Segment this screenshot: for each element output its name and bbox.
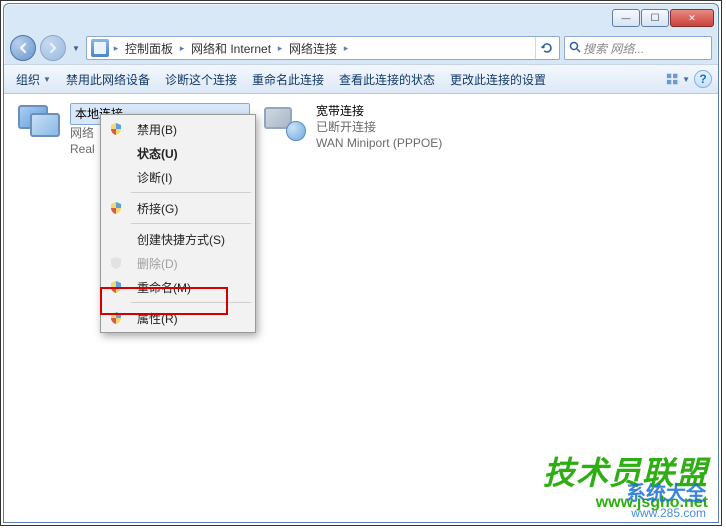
- watermark: 技术员联盟 www.jsgho.net 系统大全 www.285.com: [543, 448, 708, 512]
- navigation-row: ▼ ▸ 控制面板 ▸ 网络和 Internet ▸ 网络连接 ▸ 搜索 网络..…: [4, 32, 718, 64]
- menu-delete: 删除(D): [103, 251, 253, 275]
- location-icon: [91, 39, 109, 57]
- breadcrumb-network-internet[interactable]: 网络和 Internet: [187, 40, 275, 57]
- change-settings-button[interactable]: 更改此连接的设置: [444, 68, 555, 91]
- watermark-url-blue: www.285.com: [631, 506, 706, 520]
- connection-title: 宽带连接: [316, 103, 442, 119]
- connection-status: 已断开连接: [316, 119, 442, 135]
- diagnose-button[interactable]: 诊断这个连接: [159, 68, 246, 91]
- breadcrumb-network-connections[interactable]: 网络连接: [285, 40, 341, 57]
- rename-button[interactable]: 重命名此连接: [246, 68, 333, 91]
- history-dropdown[interactable]: ▼: [70, 44, 82, 53]
- back-button[interactable]: [10, 35, 36, 61]
- search-icon: [569, 41, 581, 56]
- broadband-icon: [262, 103, 308, 143]
- breadcrumb-control-panel[interactable]: 控制面板: [121, 40, 177, 57]
- breadcrumb-sep[interactable]: ▸: [177, 43, 187, 54]
- menu-separator: [131, 302, 251, 303]
- address-bar[interactable]: ▸ 控制面板 ▸ 网络和 Internet ▸ 网络连接 ▸: [86, 36, 560, 60]
- menu-rename[interactable]: 重命名(M): [103, 275, 253, 299]
- menu-create-shortcut[interactable]: 创建快捷方式(S): [103, 227, 253, 251]
- explorer-window: — ☐ ✕ ▼ ▸ 控制面板 ▸ 网络和 Internet ▸ 网络连接 ▸: [3, 3, 719, 523]
- breadcrumb-sep[interactable]: ▸: [275, 43, 285, 54]
- view-options-button[interactable]: ▼: [666, 68, 690, 90]
- search-placeholder: 搜索 网络...: [583, 40, 644, 57]
- toolbar: 组织▼ 禁用此网络设备 诊断这个连接 重命名此连接 查看此连接的状态 更改此连接…: [4, 64, 718, 94]
- menu-properties[interactable]: 属性(R): [103, 306, 253, 330]
- maximize-button[interactable]: ☐: [641, 9, 669, 27]
- help-button[interactable]: ?: [694, 70, 712, 88]
- watermark-text-blue: 系统大全: [626, 477, 706, 506]
- view-status-button[interactable]: 查看此连接的状态: [333, 68, 444, 91]
- search-box[interactable]: 搜索 网络...: [564, 36, 712, 60]
- menu-separator: [131, 192, 251, 193]
- menu-bridge[interactable]: 桥接(G): [103, 196, 253, 220]
- menu-status[interactable]: 状态(U): [103, 141, 253, 165]
- disable-device-button[interactable]: 禁用此网络设备: [60, 68, 159, 91]
- menu-disable[interactable]: 禁用(B): [103, 117, 253, 141]
- close-button[interactable]: ✕: [670, 9, 714, 27]
- network-adapter-icon: [16, 103, 62, 143]
- menu-diagnose[interactable]: 诊断(I): [103, 165, 253, 189]
- organize-menu[interactable]: 组织▼: [10, 68, 60, 91]
- connection-device: WAN Miniport (PPPOE): [316, 135, 442, 151]
- breadcrumb-sep[interactable]: ▸: [111, 43, 121, 54]
- minimize-button[interactable]: —: [612, 9, 640, 27]
- connection-broadband[interactable]: 宽带连接 已断开连接 WAN Miniport (PPPOE): [262, 103, 482, 514]
- refresh-button[interactable]: [535, 37, 557, 59]
- forward-button[interactable]: [40, 35, 66, 61]
- menu-separator: [131, 223, 251, 224]
- breadcrumb-sep[interactable]: ▸: [341, 43, 351, 54]
- context-menu: 禁用(B) 状态(U) 诊断(I) 桥接(G) 创建快捷方式(S) 删除(D) …: [100, 114, 256, 333]
- titlebar: — ☐ ✕: [4, 4, 718, 32]
